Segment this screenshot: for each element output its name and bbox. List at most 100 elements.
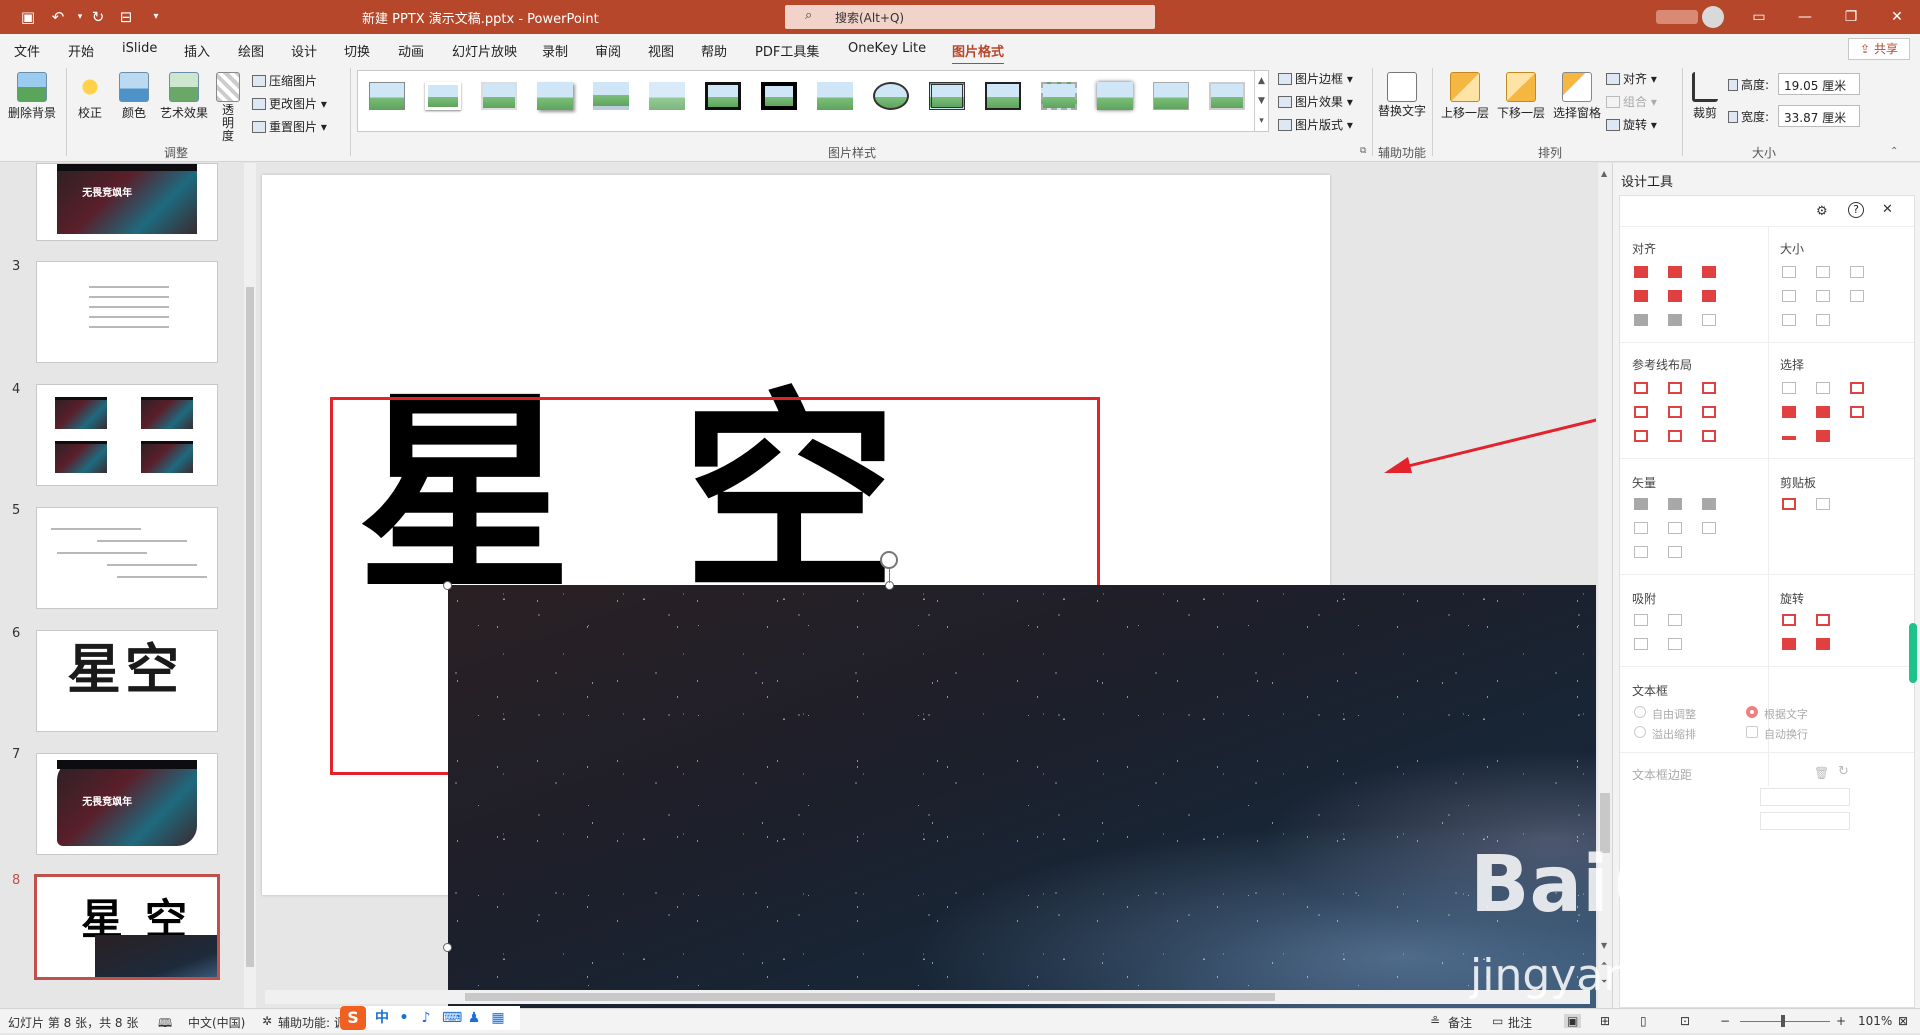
starry-sky-image[interactable]: [448, 585, 1596, 1008]
prev-slide-icon[interactable]: ⏶: [1601, 959, 1607, 969]
presentation-icon[interactable]: ⊟: [116, 7, 136, 27]
scrollbar-thumb[interactable]: [1600, 793, 1610, 853]
slide-thumbnail[interactable]: [36, 261, 218, 363]
stretch-top-icon[interactable]: [1782, 314, 1796, 326]
style-thumb[interactable]: [646, 79, 688, 113]
fit-text-radio[interactable]: [1746, 706, 1758, 718]
canvas-vertical-scrollbar[interactable]: ▲ ▼ ⏶ ⏷: [1598, 163, 1612, 1008]
tab-design[interactable]: 设计: [291, 41, 317, 60]
tab-draw[interactable]: 绘图: [238, 41, 264, 60]
gallery-up-icon[interactable]: ▲: [1254, 71, 1268, 91]
tab-islide[interactable]: iSlide: [122, 41, 157, 56]
undo-icon[interactable]: ↶: [48, 7, 68, 27]
style-thumb[interactable]: [814, 79, 856, 113]
style-thumb[interactable]: [870, 79, 912, 113]
auto-adjust-radio[interactable]: [1634, 706, 1646, 718]
tab-insert[interactable]: 插入: [184, 41, 210, 60]
refresh-icon[interactable]: ↻: [1838, 764, 1849, 779]
canvas-horizontal-scrollbar[interactable]: [265, 990, 1590, 1004]
close-panel-icon[interactable]: ✕: [1882, 202, 1893, 217]
minimize-icon[interactable]: —: [1782, 0, 1828, 34]
selection-pane-button[interactable]: 选择窗格: [1550, 72, 1604, 121]
margin-field[interactable]: [1760, 788, 1850, 806]
scroll-up-icon[interactable]: ▲: [1601, 169, 1607, 178]
select-cursor-icon[interactable]: [1850, 406, 1864, 418]
style-thumb[interactable]: [422, 79, 464, 113]
style-thumb[interactable]: [702, 79, 744, 113]
slideshow-icon[interactable]: ⊡: [1680, 1014, 1690, 1028]
picture-layout-button[interactable]: 图片版式 ▾: [1278, 116, 1353, 133]
fit-to-window-icon[interactable]: ⊠: [1898, 1014, 1908, 1028]
gallery-more-icon[interactable]: ▾: [1254, 111, 1268, 131]
redo-icon[interactable]: ↻: [88, 7, 108, 27]
shape-outline-icon[interactable]: [1668, 546, 1682, 558]
style-thumb[interactable]: [1094, 79, 1136, 113]
picture-styles-gallery[interactable]: ▲ ▼ ▾: [357, 70, 1269, 132]
tab-animations[interactable]: 动画: [398, 41, 424, 60]
style-thumb[interactable]: [982, 79, 1024, 113]
same-width-icon[interactable]: [1782, 266, 1796, 278]
transparency-button[interactable]: 透明度: [212, 72, 244, 144]
user-name[interactable]: [1656, 10, 1698, 24]
select-all-icon[interactable]: [1850, 382, 1864, 394]
style-thumb[interactable]: [758, 79, 800, 113]
slide-thumbnail[interactable]: 星空: [36, 630, 218, 732]
resize-handle[interactable]: [443, 943, 452, 952]
thumbnails-scrollbar[interactable]: [244, 163, 256, 1008]
style-thumb[interactable]: [1206, 79, 1248, 113]
spell-check-icon[interactable]: 🕮: [158, 1014, 172, 1035]
bring-forward-button[interactable]: 上移一层: [1438, 72, 1492, 121]
stretch-bottom-icon[interactable]: [1816, 314, 1830, 326]
align-button[interactable]: 对齐 ▾: [1606, 70, 1657, 87]
select-invert-icon[interactable]: [1816, 430, 1830, 442]
distribute-horizontal-icon[interactable]: [1634, 314, 1648, 326]
notes-icon[interactable]: ≗: [1430, 1014, 1440, 1028]
keyboard-icon[interactable]: ⌨: [442, 1010, 462, 1026]
tab-picture-format[interactable]: 图片格式: [952, 41, 1005, 66]
guide-width-icon[interactable]: [1634, 430, 1648, 442]
stretch-both-icon[interactable]: [1850, 290, 1864, 302]
picture-effects-button[interactable]: 图片效果 ▾: [1278, 93, 1353, 110]
slide-thumbnail[interactable]: [36, 507, 218, 609]
select-layer-icon[interactable]: [1816, 406, 1830, 418]
slide-thumbnail[interactable]: 无畏竞飒年: [36, 753, 218, 855]
slide-thumbnail-selected[interactable]: 星空: [34, 874, 220, 980]
guide-top-icon[interactable]: [1634, 406, 1648, 418]
style-thumb[interactable]: [1150, 79, 1192, 113]
select-similar-icon[interactable]: [1816, 382, 1830, 394]
change-picture-button[interactable]: 更改图片 ▾: [252, 95, 327, 112]
color-button[interactable]: 颜色: [114, 72, 154, 121]
guide-right-icon[interactable]: [1702, 382, 1716, 394]
flip-vertical-icon[interactable]: [1816, 638, 1830, 650]
align-left-icon[interactable]: [1634, 266, 1648, 278]
guide-fill-icon[interactable]: [1702, 430, 1716, 442]
tab-slideshow[interactable]: 幻灯片放映: [452, 41, 517, 60]
rotate-handle-icon[interactable]: [880, 551, 898, 569]
compress-pictures-button[interactable]: 压缩图片: [252, 72, 317, 89]
slide-thumbnail[interactable]: 无畏竞飒年: [36, 163, 218, 241]
align-top-icon[interactable]: [1634, 290, 1648, 302]
notes-button[interactable]: 备注: [1448, 1014, 1472, 1031]
guide-bottom-icon[interactable]: [1702, 406, 1716, 418]
tab-file[interactable]: 文件: [14, 41, 40, 60]
rotate-left-icon[interactable]: [1782, 614, 1796, 626]
tab-onekey-lite[interactable]: OneKey Lite: [848, 41, 926, 56]
maximize-icon[interactable]: ❐: [1828, 0, 1874, 34]
paste-format-icon[interactable]: [1816, 498, 1830, 510]
save-icon[interactable]: ▣: [18, 7, 38, 27]
skin-icon[interactable]: ♟: [466, 1010, 482, 1026]
close-icon[interactable]: ✕: [1874, 0, 1920, 34]
merge-union-icon[interactable]: [1634, 498, 1648, 510]
stretch-right-icon[interactable]: [1816, 290, 1830, 302]
style-thumb[interactable]: [534, 79, 576, 113]
send-backward-button[interactable]: 下移一层: [1494, 72, 1548, 121]
stretch-left-icon[interactable]: [1782, 290, 1796, 302]
slide-title-text[interactable]: 星空: [357, 387, 1007, 602]
group-button[interactable]: 组合 ▾: [1606, 93, 1657, 110]
avatar[interactable]: [1702, 6, 1724, 28]
guide-center-icon[interactable]: [1668, 382, 1682, 394]
resize-handle[interactable]: [443, 581, 452, 590]
picture-border-button[interactable]: 图片边框 ▾: [1278, 70, 1353, 87]
voice-input-icon[interactable]: ♪: [418, 1010, 434, 1026]
ribbon-display-icon[interactable]: ▭: [1736, 0, 1782, 34]
